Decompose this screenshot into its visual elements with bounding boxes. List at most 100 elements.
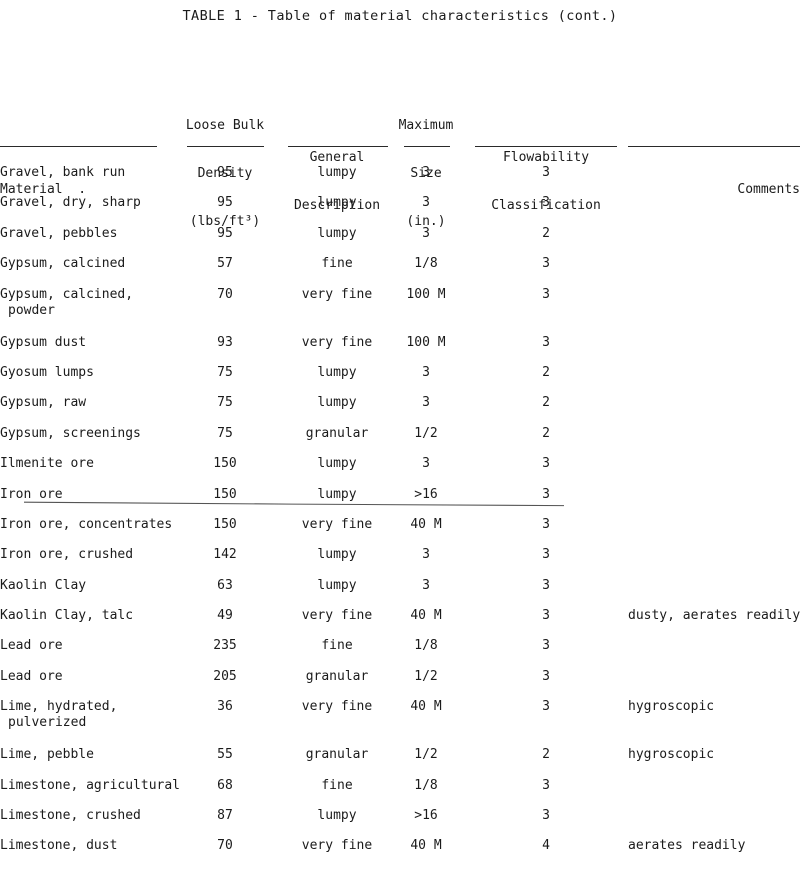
- cell-flowability: 3: [542, 334, 550, 350]
- cell-material: Gypsum, screenings: [0, 425, 141, 441]
- cell-flowability: 3: [542, 165, 550, 180]
- cell-density: 150: [213, 516, 237, 532]
- cell-size: 3: [422, 364, 430, 380]
- cell-description: lumpy: [317, 547, 357, 563]
- cell-material: Gravel, pebbles: [0, 225, 118, 241]
- cell-material-continuation: pulverized: [8, 715, 87, 731]
- column-header-size-line1: Maximum: [398, 118, 454, 133]
- header-rule-comments: [628, 146, 800, 147]
- cell-density: 87: [217, 808, 233, 824]
- cell-flowability: 3: [542, 638, 550, 654]
- cell-flowability: 2: [542, 425, 550, 441]
- cell-size: 40 M: [410, 838, 442, 854]
- cell-material: Kaolin Clay, talc: [0, 608, 134, 624]
- cell-size: 1/8: [414, 256, 438, 272]
- cell-size: 1/8: [414, 777, 438, 793]
- table-row: Gypsum, screenings 75 granular 1/2 2: [0, 426, 800, 456]
- cell-density: 95: [217, 225, 233, 241]
- cell-size: >16: [414, 486, 438, 502]
- cell-density: 63: [217, 577, 233, 593]
- cell-comments: hygroscopic: [628, 747, 715, 763]
- cell-comments: hygroscopic: [628, 699, 715, 715]
- cell-density: 70: [217, 838, 233, 854]
- cell-material: Iron ore: [0, 486, 63, 502]
- cell-density: 235: [213, 638, 237, 654]
- cell-flowability: 3: [542, 286, 550, 302]
- cell-size: 40 M: [410, 608, 442, 624]
- cell-size: 3: [422, 225, 430, 241]
- cell-material: Iron ore, crushed: [0, 547, 134, 563]
- cell-material: Gypsum dust: [0, 334, 87, 350]
- cell-flowability: 3: [542, 699, 550, 715]
- table-row: Limestone, crushed 87 lumpy >16 3: [0, 808, 800, 838]
- cell-size: 100 M: [406, 286, 446, 302]
- cell-size: 3: [422, 165, 430, 180]
- cell-size: 3: [422, 547, 430, 563]
- cell-material: Gravel, dry, sharp: [0, 195, 141, 211]
- cell-flowability: 3: [542, 456, 550, 472]
- cell-material-continuation: powder: [8, 302, 55, 318]
- cell-density: 205: [213, 668, 237, 684]
- table-row: Gravel, pebbles 95 lumpy 3 2: [0, 226, 800, 256]
- cell-density: 70: [217, 286, 233, 302]
- table-row: Limestone, dust 70 very fine 40 M 4 aerates r…: [0, 838, 800, 868]
- cell-density: 93: [217, 334, 233, 350]
- cell-size: >16: [414, 808, 438, 824]
- cell-description: lumpy: [317, 395, 357, 411]
- cell-description: lumpy: [317, 165, 357, 180]
- cell-density: 150: [213, 456, 237, 472]
- cell-density: 57: [217, 256, 233, 272]
- cell-description: fine: [321, 638, 353, 654]
- cell-material: Gypsum, raw: [0, 395, 87, 411]
- cell-material: Limestone, dust: [0, 838, 118, 854]
- table-row: Iron ore, concentrates 150 very fine 40 M 3: [0, 517, 800, 547]
- cell-density: 142: [213, 547, 237, 563]
- cell-flowability: 2: [542, 364, 550, 380]
- cell-flowability: 3: [542, 608, 550, 624]
- table-row: Iron ore, crushed 142 lumpy 3 3: [0, 547, 800, 577]
- cell-flowability: 3: [542, 668, 550, 684]
- table-row: Gypsum, calcined, powder 70 very fine 100 M 3: [0, 287, 800, 335]
- cell-size: 40 M: [410, 699, 442, 715]
- cell-description: fine: [321, 256, 353, 272]
- cell-flowability: 2: [542, 747, 550, 763]
- cell-density: 75: [217, 364, 233, 380]
- cell-description: fine: [321, 777, 353, 793]
- cell-material: Lead ore: [0, 638, 63, 654]
- cell-size: 40 M: [410, 516, 442, 532]
- cell-size: 1/2: [414, 747, 438, 763]
- table-row: Lime, pebble 55 granular 1/2 2 hygroscopic: [0, 747, 800, 777]
- cell-density: 95: [217, 165, 233, 180]
- cell-material: Gravel, bank run: [0, 165, 126, 180]
- cell-flowability: 3: [542, 547, 550, 563]
- column-header-density-line1: Loose Bulk: [185, 118, 265, 133]
- cell-description: granular: [305, 747, 369, 763]
- cell-material: Gypsum, calcined, powder: [0, 287, 175, 319]
- cell-description: very fine: [301, 699, 373, 715]
- cell-material: Ilmenite ore: [0, 456, 94, 472]
- cell-size: 3: [422, 577, 430, 593]
- table-row: Gypsum, calcined 57 fine 1/8 3: [0, 256, 800, 286]
- cell-material: Limestone, agricultural: [0, 777, 181, 793]
- cell-material: Iron ore, concentrates: [0, 516, 173, 532]
- cell-description: lumpy: [317, 225, 357, 241]
- cell-material: Kaolin Clay: [0, 577, 87, 593]
- table-row: Kaolin Clay, talc 49 very fine 40 M 3 dusty, …: [0, 608, 800, 638]
- header-rule-size: [404, 146, 450, 147]
- cell-density: 95: [217, 195, 233, 211]
- cell-flowability: 3: [542, 195, 550, 211]
- cell-size: 3: [422, 456, 430, 472]
- cell-material: Gypsum, calcined: [0, 256, 126, 272]
- cell-flowability: 3: [542, 808, 550, 824]
- cell-description: lumpy: [317, 808, 357, 824]
- table-row: Gravel, bank run 95 lumpy 3 3: [0, 165, 800, 195]
- header-rule-flowability: [475, 146, 617, 147]
- table-row: Limestone, agricultural 68 fine 1/8 3: [0, 778, 800, 808]
- header-rule-density: [187, 146, 264, 147]
- cell-description: lumpy: [317, 577, 357, 593]
- column-header-flowability-line2: Flowability: [502, 150, 590, 165]
- cell-description: granular: [305, 425, 369, 441]
- table-row: Lime, hydrated, pulverized 36 very fine 40 M…: [0, 699, 800, 747]
- cell-size: 1/8: [414, 638, 438, 654]
- cell-description: very fine: [301, 608, 373, 624]
